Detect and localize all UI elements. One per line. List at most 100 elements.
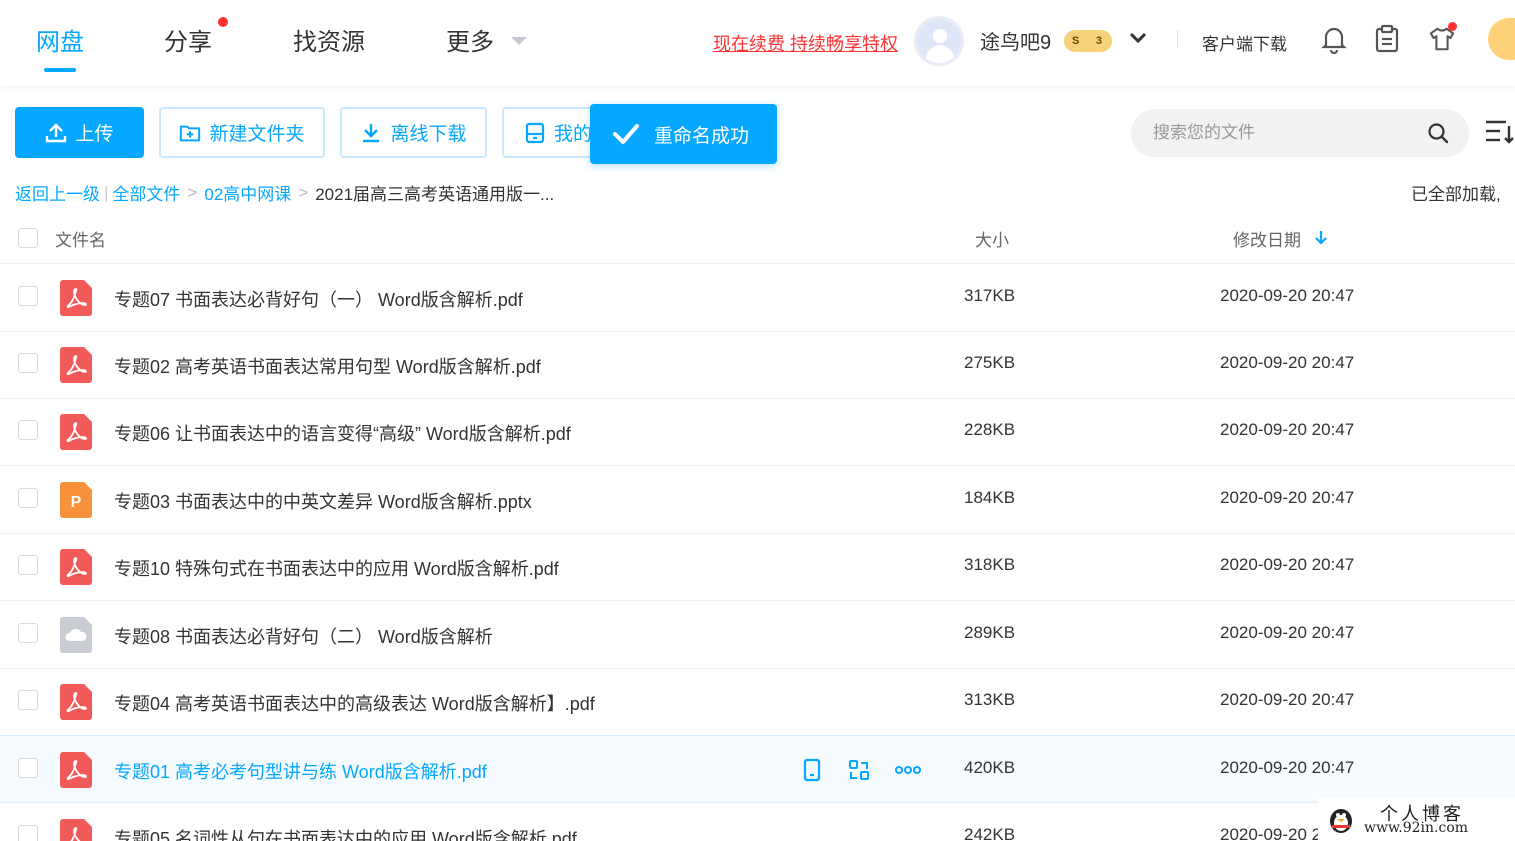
file-modified-date: 2020-09-20 20:47	[1220, 623, 1355, 642]
table-row[interactable]: P 专题03 书面表达中的中英文差异 Word版含解析.pptx 184KB 2020…	[0, 466, 1515, 534]
file-name[interactable]: 专题01 高考必考句型讲与练 Word版含解析.pdf	[114, 758, 487, 784]
file-size: 184KB	[964, 488, 1016, 507]
view-mode-list-icon[interactable]	[1484, 118, 1515, 144]
vip-badge: S 3	[1064, 30, 1112, 52]
new-folder-button[interactable]: 新建文件夹	[159, 107, 325, 158]
active-tab-underline	[44, 68, 76, 72]
file-modified-date: 2020-09-20 20:47	[1220, 488, 1355, 507]
breadcrumb-current-folder: 2021届高三高考英语通用版一...	[315, 185, 555, 204]
file-name[interactable]: 专题08 书面表达必背好句（二） Word版含解析	[114, 623, 493, 649]
file-modified-date: 2020-09-20 20:47	[1220, 555, 1355, 574]
check-icon	[613, 124, 639, 144]
upload-label: 上传	[75, 124, 114, 145]
search-input[interactable]	[1153, 109, 1423, 157]
offline-download-button[interactable]: 离线下载	[340, 107, 487, 158]
row-checkbox[interactable]	[18, 420, 38, 440]
my-device-label: 我的	[554, 124, 593, 145]
clipboard-icon[interactable]	[1373, 24, 1401, 54]
table-row[interactable]: 专题04 高考英语书面表达中的高级表达 Word版含解析】.pdf 313KB 20…	[0, 668, 1515, 736]
breadcrumb-folder[interactable]: 02高中网课	[204, 180, 291, 205]
file-size: 313KB	[964, 690, 1016, 709]
more-options-icon[interactable]	[894, 758, 922, 782]
column-header-date[interactable]: 修改日期	[1233, 226, 1301, 251]
penguin-logo-icon	[1330, 809, 1352, 833]
username[interactable]: 途鸟吧9	[980, 26, 1051, 55]
breadcrumb-all-files[interactable]: 全部文件	[112, 180, 180, 205]
new-folder-label: 新建文件夹	[209, 124, 305, 145]
select-all-checkbox[interactable]	[18, 228, 38, 248]
unknown-file-icon	[60, 617, 92, 653]
tab-netdisk[interactable]: 网盘	[36, 22, 84, 57]
bell-icon[interactable]	[1320, 24, 1348, 54]
tab-find-resources[interactable]: 找资源	[293, 22, 365, 57]
upload-button[interactable]: 上传	[15, 107, 144, 158]
more-dropdown-caret-icon[interactable]	[511, 37, 527, 45]
table-row[interactable]: 专题06 让书面表达中的语言变得“高级” Word版含解析.pdf 228KB 20…	[0, 398, 1515, 466]
row-checkbox[interactable]	[18, 758, 38, 778]
tab-more[interactable]: 更多	[446, 22, 494, 57]
file-size: 242KB	[964, 825, 1016, 841]
file-modified-date: 2020-09-20 20:47	[1220, 690, 1355, 709]
column-header-size[interactable]: 大小	[975, 226, 1009, 251]
file-name[interactable]: 专题04 高考英语书面表达中的高级表达 Word版含解析】.pdf	[114, 690, 595, 716]
table-row[interactable]: 专题05 名词性从句在书面表达中的应用 Word版含解析.pdf 242KB 202…	[0, 803, 1515, 841]
row-checkbox[interactable]	[18, 555, 38, 575]
vip-level: 3	[1095, 35, 1102, 47]
file-size: 318KB	[964, 555, 1016, 574]
column-header-name[interactable]: 文件名	[55, 226, 106, 251]
svg-text:P: P	[71, 494, 82, 511]
row-checkbox[interactable]	[18, 488, 38, 508]
table-row[interactable]: 专题01 高考必考句型讲与练 Word版含解析.pdf 420KB 2020-09-…	[0, 735, 1515, 803]
renew-promo-link[interactable]: 现在续费 持续畅享特权	[713, 30, 898, 56]
file-name[interactable]: 专题03 书面表达中的中英文差异 Word版含解析.pptx	[114, 488, 532, 514]
file-modified-date: 2020-09-20 20:47	[1220, 758, 1355, 777]
my-device-button[interactable]: 我的	[502, 107, 602, 158]
upload-icon	[46, 122, 67, 142]
file-name[interactable]: 专题06 让书面表达中的语言变得“高级” Word版含解析.pdf	[114, 420, 571, 446]
row-checkbox[interactable]	[18, 623, 38, 643]
file-size: 228KB	[964, 420, 1016, 439]
breadcrumb-divider: |	[104, 182, 109, 202]
table-row[interactable]: 专题10 特殊句式在书面表达中的应用 Word版含解析.pdf 318KB 2020…	[0, 533, 1515, 601]
share-notification-dot	[218, 17, 228, 27]
file-name[interactable]: 专题02 高考英语书面表达常用句型 Word版含解析.pdf	[114, 353, 541, 379]
pdf-file-icon	[60, 280, 92, 316]
search-icon[interactable]	[1427, 122, 1449, 144]
file-name[interactable]: 专题05 名词性从句在书面表达中的应用 Word版含解析.pdf	[114, 825, 577, 841]
pdf-file-icon	[60, 684, 92, 720]
client-download-link[interactable]: 客户端下载	[1202, 30, 1287, 55]
load-status: 已全部加载,	[1411, 185, 1501, 204]
table-row[interactable]: 专题07 书面表达必背好句（一） Word版含解析.pdf 317KB 2020-0…	[0, 264, 1515, 332]
table-row[interactable]: 专题08 书面表达必背好句（二） Word版含解析 289KB 2020-09-20…	[0, 601, 1515, 669]
pdf-file-icon	[60, 819, 92, 841]
file-modified-date: 2020-09-20 20:47	[1220, 353, 1355, 372]
breadcrumb-back-link[interactable]: 返回上一级	[15, 180, 100, 205]
file-size: 317KB	[964, 286, 1016, 305]
download-icon	[363, 123, 380, 142]
user-menu-chevron-down-icon[interactable]	[1128, 30, 1148, 46]
send-to-phone-icon[interactable]	[800, 758, 824, 782]
new-folder-icon	[180, 125, 201, 141]
avatar[interactable]	[914, 16, 964, 66]
table-row[interactable]: 专题02 高考英语书面表达常用句型 Word版含解析.pdf 275KB 2020-…	[0, 331, 1515, 399]
file-size: 289KB	[964, 623, 1016, 642]
divider	[1177, 30, 1178, 48]
file-size: 275KB	[964, 353, 1016, 372]
breadcrumb-chevron-icon: >	[187, 182, 198, 202]
row-checkbox[interactable]	[18, 353, 38, 373]
rename-success-toast: 重命名成功	[590, 104, 777, 164]
file-name[interactable]: 专题10 特殊句式在书面表达中的应用 Word版含解析.pdf	[114, 555, 559, 581]
sort-descending-icon[interactable]	[1314, 229, 1328, 245]
app-center-button[interactable]	[1488, 18, 1515, 60]
top-navigation: 网盘 分享 找资源 更多 现在续费 持续畅享特权 途鸟吧9 S 3 客户端下载	[0, 0, 1515, 86]
row-checkbox[interactable]	[18, 690, 38, 710]
skin-notification-dot	[1448, 22, 1457, 31]
row-checkbox[interactable]	[18, 825, 38, 841]
avatar-body	[926, 45, 954, 63]
breadcrumb-chevron-icon: >	[298, 182, 309, 202]
row-checkbox[interactable]	[18, 286, 38, 306]
share-link-icon[interactable]	[847, 758, 871, 782]
tab-share[interactable]: 分享	[164, 22, 212, 57]
file-name[interactable]: 专题07 书面表达必背好句（一） Word版含解析.pdf	[114, 286, 523, 312]
device-icon	[525, 122, 545, 143]
